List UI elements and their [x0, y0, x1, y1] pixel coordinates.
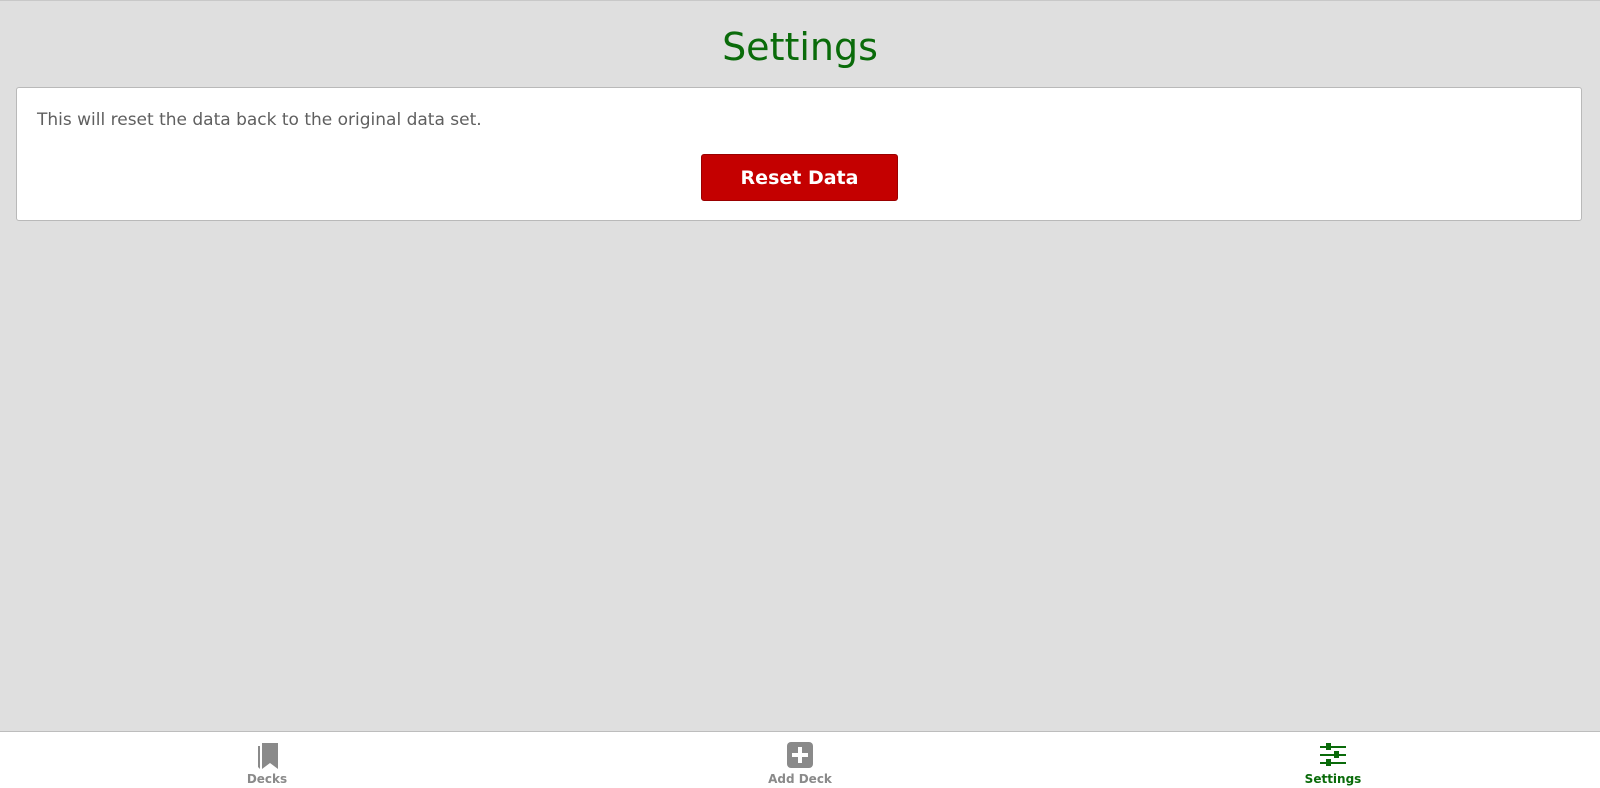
- reset-description: This will reset the data back to the ori…: [37, 110, 482, 130]
- page-title: Settings: [722, 25, 878, 69]
- tab-decks-label: Decks: [246, 772, 288, 786]
- tab-add-deck-label: Add Deck: [768, 772, 832, 786]
- bottom-tab-bar: Decks Add Deck Settings: [0, 731, 1600, 788]
- sliders-icon: [1318, 740, 1348, 770]
- tab-decks[interactable]: Decks: [207, 732, 327, 788]
- tab-add-deck[interactable]: Add Deck: [740, 732, 860, 788]
- top-divider: [0, 0, 1600, 1]
- bookmarks-icon: [252, 740, 282, 770]
- tab-settings[interactable]: Settings: [1273, 732, 1393, 788]
- plus-square-icon: [785, 740, 815, 770]
- tab-settings-label: Settings: [1304, 772, 1362, 786]
- reset-data-button[interactable]: Reset Data: [701, 154, 898, 201]
- reset-card: This will reset the data back to the ori…: [16, 87, 1582, 221]
